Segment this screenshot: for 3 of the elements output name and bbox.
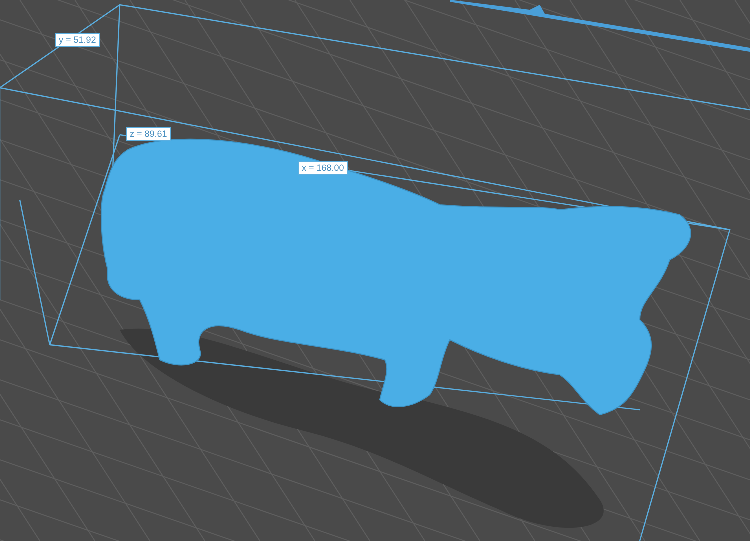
dimension-label: y = 51.92 xyxy=(55,33,100,47)
dimension-label: z = 89.61 xyxy=(126,127,172,141)
dimension-label: x = 168.00 xyxy=(298,161,348,175)
